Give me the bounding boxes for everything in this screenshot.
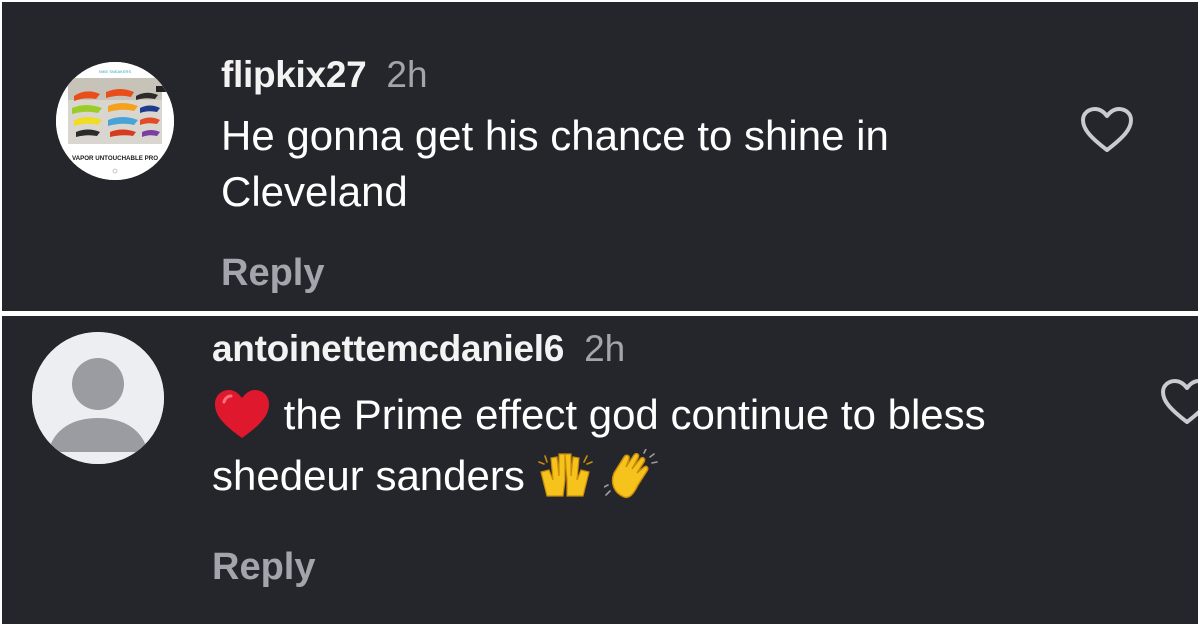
avatar-caption-text: VAPOR UNTOUCHABLE PRO — [72, 155, 158, 162]
reply-button[interactable]: Reply — [212, 546, 315, 589]
avatar-header-text: NIKE SNEAKERS — [99, 69, 132, 74]
like-heart-icon[interactable] — [1160, 378, 1198, 426]
comment-text: He gonna get his chance to shine in Clev… — [221, 112, 889, 215]
avatar[interactable] — [32, 332, 164, 464]
comment-body: flipkix27 2h He gonna get his chance to … — [221, 54, 1051, 220]
username[interactable]: flipkix27 — [221, 54, 367, 96]
like-heart-icon[interactable] — [1080, 106, 1134, 154]
comment-text-content: the Prime effect god continue to bless s… — [212, 391, 986, 500]
avatar[interactable]: NIKE SNEAKERS VAPOR UNTOUCHABLE PRO — [56, 62, 174, 180]
red-heart-icon — [212, 388, 272, 447]
comment-body: antoinettemcdaniel6 2h the Prime effect … — [212, 328, 1112, 510]
reply-button[interactable]: Reply — [221, 252, 324, 295]
default-avatar-icon — [32, 332, 164, 464]
sneaker-avatar-image: NIKE SNEAKERS VAPOR UNTOUCHABLE PRO — [56, 62, 174, 180]
clapping-hands-icon — [603, 448, 660, 510]
comment-card-flipkix27: NIKE SNEAKERS VAPOR UNTOUCHABLE PRO flip… — [2, 2, 1198, 311]
comment-card-antoinettemcdaniel6: antoinettemcdaniel6 2h the Prime effect … — [2, 316, 1198, 624]
comment-text: the Prime effect god continue to bless s… — [212, 386, 1112, 510]
username[interactable]: antoinettemcdaniel6 — [212, 328, 564, 370]
timestamp: 2h — [386, 54, 428, 95]
raising-hands-icon — [537, 450, 593, 509]
comment-meta: antoinettemcdaniel6 2h — [212, 328, 1112, 370]
comment-meta: flipkix27 2h — [221, 54, 1051, 96]
timestamp: 2h — [584, 328, 626, 369]
